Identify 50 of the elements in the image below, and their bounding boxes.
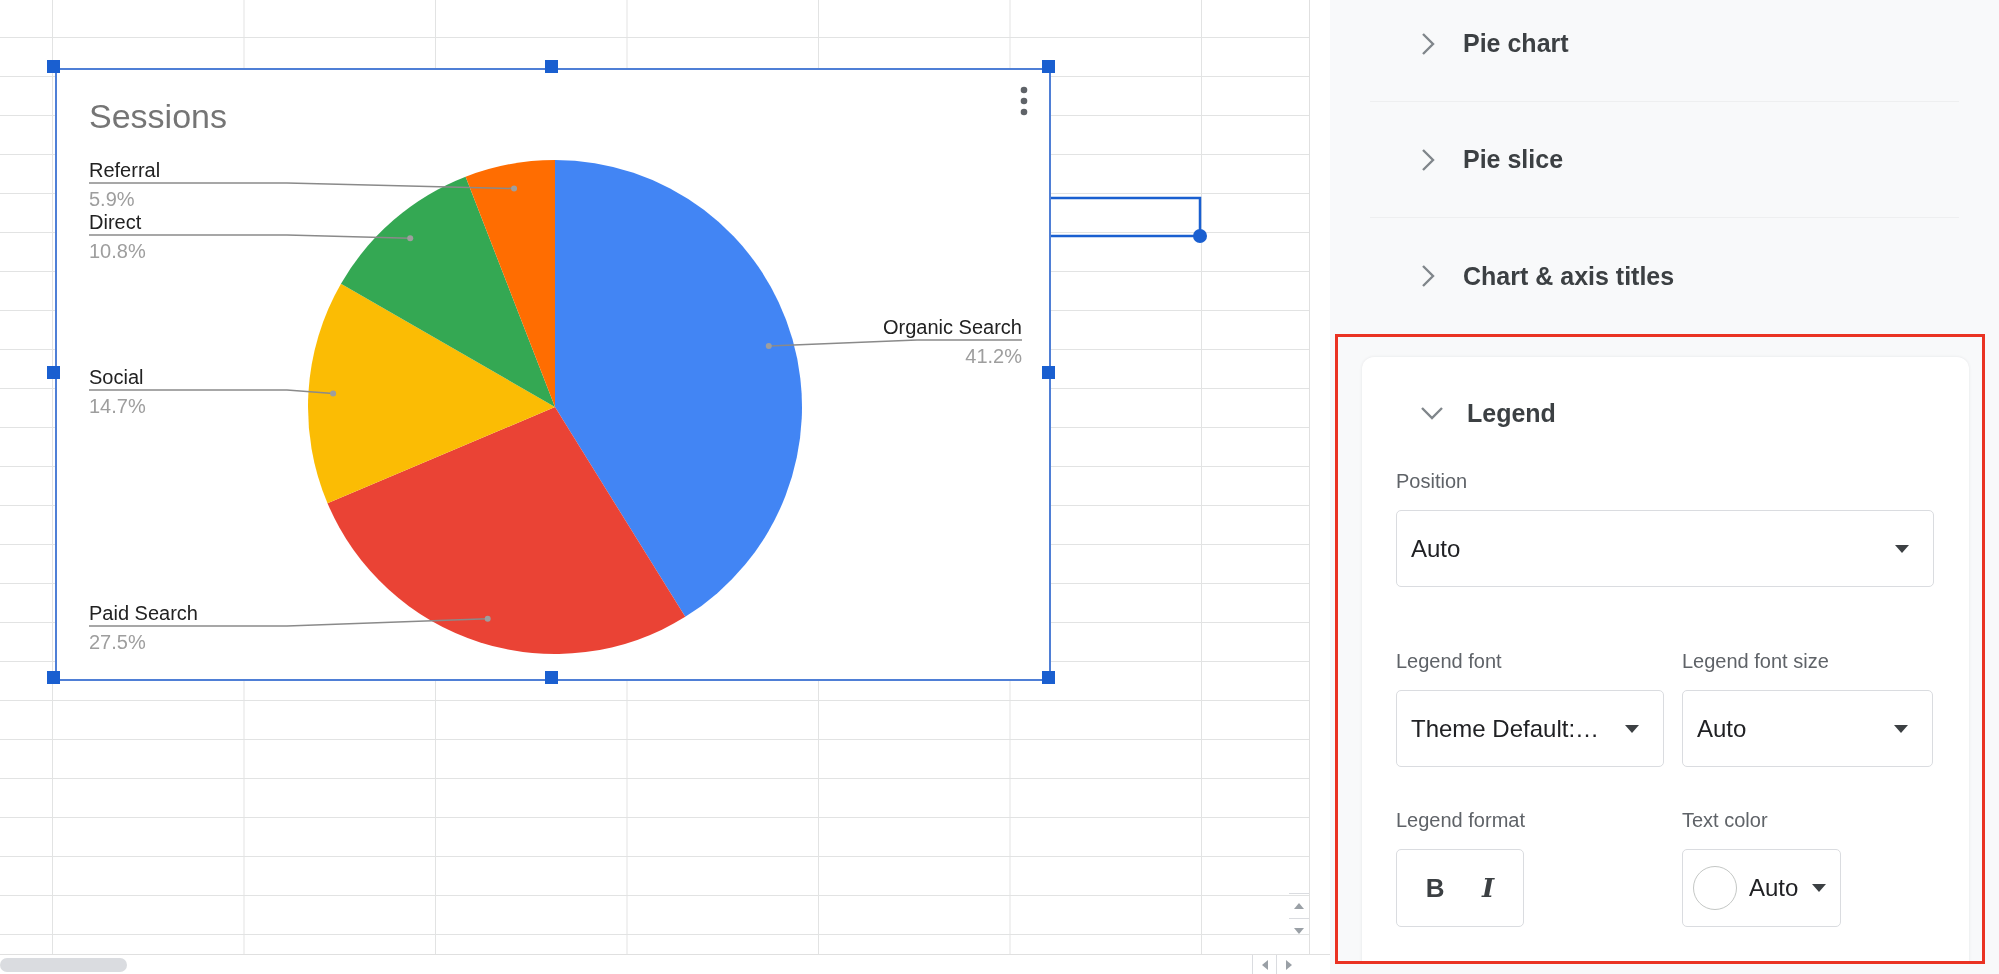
scroll-left-icon[interactable] — [1261, 959, 1268, 970]
section-title: Pie chart — [1463, 29, 1569, 58]
chart-title: Sessions — [89, 97, 227, 135]
section-header[interactable]: Legend — [1396, 357, 1935, 469]
section-header[interactable]: Chart & axis titles — [1370, 218, 1959, 334]
section-title: Pie slice — [1463, 145, 1564, 174]
slice-label: Referral — [89, 159, 161, 181]
more-icon[interactable] — [1020, 86, 1028, 116]
section-header[interactable]: Pie chart — [1370, 0, 1959, 102]
resize-handle[interactable] — [47, 366, 60, 379]
font-dropdown[interactable]: Theme Default:… — [1396, 690, 1664, 767]
dropdown-caret-icon — [1812, 884, 1826, 892]
slice-percent: 5.9% — [89, 188, 135, 210]
field-label: Text color — [1682, 808, 1769, 832]
resize-handle[interactable] — [1042, 366, 1055, 379]
chart-card[interactable]: Sessions Organic Search 41.2% Paid Search 27.5% Social 14.7% Direct 10.8% Referral 5.9% — [55, 68, 1051, 681]
scroll-up-icon[interactable] — [1294, 903, 1304, 909]
dropdown-caret-icon — [1894, 724, 1908, 733]
resize-handle[interactable] — [545, 671, 558, 684]
slice-label: Paid Search — [89, 602, 198, 624]
resize-handle[interactable] — [47, 60, 60, 73]
resize-handle[interactable] — [1042, 60, 1055, 73]
slice-label: Direct — [89, 211, 142, 233]
slice-label: Organic Search — [883, 316, 1022, 338]
field-label: Legend font size — [1682, 649, 1830, 673]
section-title: Legend — [1467, 398, 1556, 428]
section-title: Chart & axis titles — [1463, 261, 1675, 291]
resize-handle[interactable] — [47, 671, 60, 684]
scrollbar-thumb[interactable] — [0, 957, 127, 972]
position-dropdown[interactable]: Auto — [1396, 510, 1934, 587]
italic-button[interactable]: I — [1474, 869, 1503, 907]
section-header[interactable]: Pie slice — [1370, 102, 1959, 218]
slice-percent: 10.8% — [89, 240, 146, 262]
slice-percent: 41.2% — [965, 345, 1022, 367]
field-label: Position — [1396, 469, 1469, 493]
bold-button[interactable]: B — [1417, 868, 1453, 908]
text-color-dropdown[interactable]: Auto — [1682, 849, 1841, 927]
slice-percent: 27.5% — [89, 631, 146, 653]
dropdown-caret-icon — [1625, 724, 1639, 733]
resize-handle[interactable] — [545, 60, 558, 73]
slice-percent: 14.7% — [89, 395, 146, 417]
resize-handle[interactable] — [1042, 671, 1055, 684]
field-label: Legend format — [1396, 808, 1526, 832]
field-label: Legend font — [1396, 649, 1503, 673]
dropdown-caret-icon — [1895, 544, 1909, 553]
font-size-dropdown[interactable]: Auto — [1682, 690, 1933, 767]
color-swatch — [1693, 866, 1737, 910]
scroll-right-icon[interactable] — [1285, 959, 1292, 970]
scroll-down-icon[interactable] — [1294, 928, 1304, 934]
slice-label: Social — [89, 366, 144, 388]
